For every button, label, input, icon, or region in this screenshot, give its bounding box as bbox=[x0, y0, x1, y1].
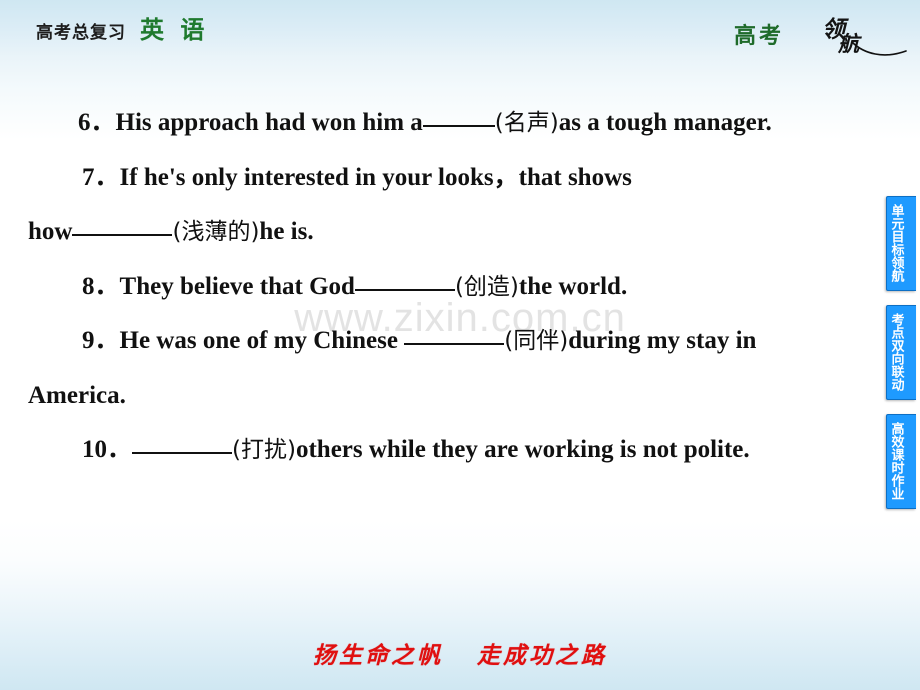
slide-canvas: 高考总复习英 语 高考 领 航 www.zixin.com.cn 6．His a… bbox=[0, 0, 920, 690]
side-tab-unit-goals[interactable]: 单元目标领航 bbox=[886, 196, 916, 291]
answer-blank-9[interactable] bbox=[404, 343, 505, 345]
answer-blank-10[interactable] bbox=[132, 452, 233, 454]
brand-swoosh-icon bbox=[851, 41, 907, 56]
question-item-8: 8．They believe that God (创造)the world. bbox=[28, 260, 856, 315]
question-text-7b-pre: how bbox=[28, 218, 73, 245]
question-number-9: 9． bbox=[82, 327, 120, 354]
side-tab-label-homework: 高效课时作业 bbox=[888, 422, 904, 500]
question-hint-10: (打扰) bbox=[232, 437, 296, 463]
question-number-10: 10． bbox=[82, 436, 133, 463]
header-title: 高考总复习英 语 bbox=[36, 10, 208, 45]
question-number-6: 6． bbox=[78, 109, 116, 136]
question-list: 6．His approach had won him a (名声)as a tou… bbox=[0, 96, 880, 478]
question-hint-8: (创造) bbox=[454, 273, 519, 300]
side-tab-label-unit-goals: 单元目标领航 bbox=[888, 204, 904, 282]
question-hint-7: (浅薄的) bbox=[172, 219, 260, 245]
slide-header: 高考总复习英 语 高考 领 航 bbox=[0, 0, 920, 60]
brand-logo-linghang: 领 航 bbox=[822, 8, 907, 60]
question-item-6: 6．His approach had won him a (名声)as a tou… bbox=[28, 96, 856, 151]
answer-blank-7[interactable] bbox=[72, 234, 173, 236]
question-text-6b: as a tough manager. bbox=[558, 109, 772, 136]
question-text-9c: America. bbox=[28, 381, 126, 409]
question-hint-9: (同伴) bbox=[504, 328, 569, 354]
side-tab-key-points[interactable]: 考点双向联动 bbox=[886, 305, 916, 400]
answer-blank-8[interactable] bbox=[354, 288, 455, 291]
question-item-9-cont: America. bbox=[28, 369, 856, 424]
question-number-7: 7． bbox=[82, 163, 120, 191]
question-item-7: 7．If he's only interested in your looks，… bbox=[28, 151, 856, 206]
question-item-9: 9．He was one of my Chinese (同伴)during my… bbox=[28, 314, 856, 369]
question-text-6a: His approach had won him a bbox=[115, 109, 423, 136]
question-text-10b: others while they are working is not pol… bbox=[295, 436, 750, 463]
question-item-10: 10． (打扰)others while they are working is … bbox=[28, 423, 856, 478]
header-title-subject: 英 语 bbox=[140, 16, 209, 44]
footer-slogan-left: 扬生命之帆 bbox=[313, 643, 443, 669]
side-tab-bar: 单元目标领航 考点双向联动 高效课时作业 bbox=[884, 196, 920, 523]
question-number-8: 8． bbox=[82, 272, 120, 300]
question-text-7a: If he's only interested in your looks，th… bbox=[119, 163, 632, 191]
question-item-7-cont: how (浅薄的)he is. bbox=[28, 205, 856, 260]
side-tab-label-key-points: 考点双向联动 bbox=[888, 313, 904, 391]
question-text-7b-post: he is. bbox=[259, 218, 314, 245]
question-text-8a: They believe that God bbox=[119, 272, 355, 300]
question-text-9a: He was one of my Chinese bbox=[119, 327, 405, 354]
header-title-course: 高考总复习 bbox=[36, 23, 126, 43]
brand-logo: 高考 领 航 bbox=[730, 6, 907, 60]
question-hint-6: (名声) bbox=[494, 110, 559, 136]
footer-slogan-right: 走成功之路 bbox=[477, 643, 607, 669]
footer-slogan: 扬生命之帆 走成功之路 bbox=[0, 636, 920, 670]
question-text-8b: the world. bbox=[518, 272, 628, 300]
answer-blank-6[interactable] bbox=[422, 125, 495, 127]
brand-logo-gaokao: 高考 bbox=[734, 24, 785, 49]
question-text-9b: during my stay in bbox=[568, 327, 757, 354]
side-tab-homework[interactable]: 高效课时作业 bbox=[886, 414, 916, 509]
